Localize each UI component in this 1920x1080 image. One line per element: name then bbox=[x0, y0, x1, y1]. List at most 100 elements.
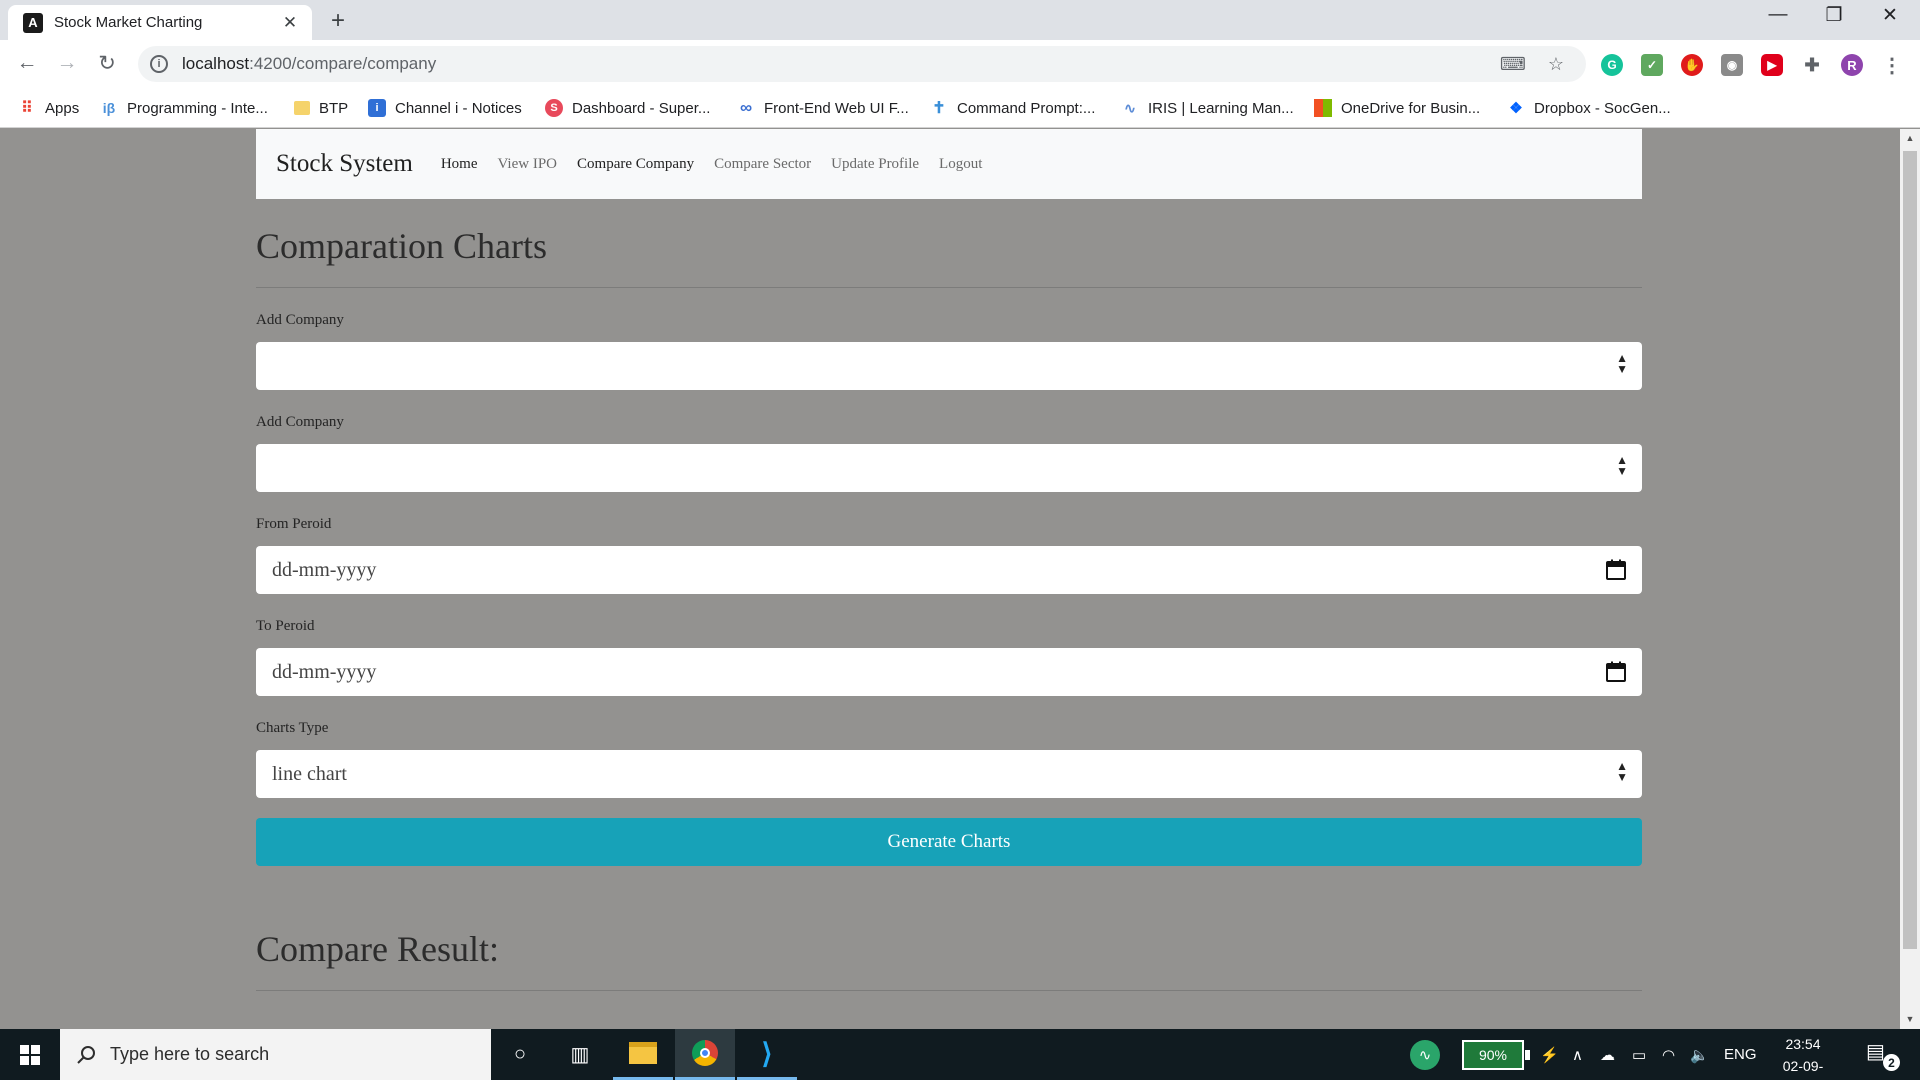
action-center-icon[interactable]: ▤ 2 bbox=[1866, 1039, 1900, 1071]
browser-tab[interactable]: A Stock Market Charting ✕ bbox=[8, 5, 312, 40]
file-explorer-icon[interactable] bbox=[613, 1029, 673, 1080]
bookmark-dashboard[interactable]: S Dashboard - Super... bbox=[545, 88, 710, 128]
bookmark-programming[interactable]: iβ Programming - Inte... bbox=[100, 88, 268, 128]
bookmark-iris[interactable]: ∿ IRIS | Learning Man... bbox=[1121, 88, 1294, 128]
channel-i-icon: i bbox=[368, 99, 386, 117]
bookmark-dropbox[interactable]: ❖ Dropbox - SocGen... bbox=[1507, 88, 1670, 128]
cross-icon: ✝ bbox=[932, 100, 946, 117]
bookmark-command-prompt[interactable]: ✝ Command Prompt:... bbox=[930, 88, 1095, 128]
clock-date: 02-09-2020 bbox=[1782, 1058, 1824, 1074]
battery-tray-icon[interactable]: ▭ bbox=[1632, 1029, 1646, 1080]
apps-grid-icon: ⠿ bbox=[21, 100, 33, 117]
from-period-label: From Peroid bbox=[256, 516, 332, 532]
restore-icon[interactable]: ❐ bbox=[1804, 4, 1864, 27]
reload-icon[interactable]: ↻ bbox=[93, 51, 121, 76]
vscode-icon[interactable]: ⟩ bbox=[737, 1029, 797, 1080]
page-viewport: Stock System Home View IPO Compare Compa… bbox=[0, 129, 1900, 1029]
scroll-up-icon[interactable]: ▲ bbox=[1900, 133, 1920, 143]
camera-icon[interactable]: ◉ bbox=[1721, 54, 1743, 76]
nav-logout[interactable]: Logout bbox=[939, 156, 982, 173]
bookmarks-bar: ⠿ Apps iβ Programming - Inte... BTP i Ch… bbox=[0, 88, 1920, 128]
select-arrows-icon: ▲ ▼ bbox=[1616, 453, 1628, 478]
power-plug-icon[interactable]: ⚡ bbox=[1540, 1029, 1559, 1080]
dashboard-icon: S bbox=[545, 99, 563, 117]
compare-result-title: Compare Result: bbox=[256, 929, 499, 969]
scroll-down-icon[interactable]: ▼ bbox=[1900, 1014, 1920, 1024]
show-hidden-icons-icon[interactable]: ∧ bbox=[1572, 1029, 1583, 1080]
page-scrollbar[interactable]: ▲ ▼ bbox=[1900, 129, 1920, 1029]
infinity-icon: ∞ bbox=[739, 98, 753, 117]
nav-home[interactable]: Home bbox=[441, 156, 478, 173]
select-arrows-icon: ▲ ▼ bbox=[1616, 351, 1628, 376]
nav-compare-sector[interactable]: Compare Sector bbox=[714, 156, 811, 173]
bookmark-star-icon[interactable]: ☆ bbox=[1548, 54, 1564, 75]
clock[interactable]: 23:54 02-09-2020 bbox=[1768, 1033, 1838, 1080]
close-tab-icon[interactable]: ✕ bbox=[280, 13, 300, 33]
youtube-icon[interactable]: ▶ bbox=[1761, 54, 1783, 76]
company2-select[interactable]: ▲ ▼ bbox=[256, 444, 1642, 492]
extension-inbox-icon[interactable]: ✓ bbox=[1641, 54, 1663, 76]
divider bbox=[256, 287, 1642, 288]
bookmark-onedrive[interactable]: OneDrive for Busin... bbox=[1314, 88, 1480, 128]
profile-avatar[interactable]: R bbox=[1841, 54, 1863, 76]
generate-charts-button[interactable]: Generate Charts bbox=[256, 818, 1642, 866]
nav-update-profile[interactable]: Update Profile bbox=[831, 156, 919, 173]
dropbox-icon: ❖ bbox=[1509, 100, 1523, 117]
ib-icon: iβ bbox=[102, 100, 116, 116]
tab-bar: A Stock Market Charting ✕ + — ❐ ✕ bbox=[0, 0, 1920, 40]
browser-toolbar: ← → ↻ i localhost:4200/compare/company ⌨… bbox=[0, 40, 1920, 88]
search-icon bbox=[77, 1045, 95, 1064]
new-tab-button[interactable]: + bbox=[325, 7, 351, 35]
cortana-icon[interactable]: ○ bbox=[490, 1029, 550, 1080]
to-period-placeholder: dd-mm-yyyy bbox=[272, 660, 377, 683]
start-button[interactable] bbox=[0, 1029, 60, 1080]
clock-time: 23:54 bbox=[1785, 1036, 1821, 1052]
taskbar-search[interactable]: Type here to search bbox=[60, 1029, 491, 1080]
calendar-icon[interactable] bbox=[1604, 660, 1628, 684]
windows-logo-icon bbox=[20, 1044, 40, 1065]
minimize-icon[interactable]: — bbox=[1748, 4, 1808, 26]
volume-icon[interactable]: 🔈 bbox=[1690, 1029, 1709, 1080]
scroll-thumb[interactable] bbox=[1903, 151, 1917, 949]
forward-icon[interactable]: → bbox=[53, 51, 81, 75]
bookmark-btp[interactable]: BTP bbox=[294, 88, 348, 128]
bookmark-front-end[interactable]: ∞ Front-End Web UI F... bbox=[737, 88, 909, 128]
select-arrows-icon: ▲ ▼ bbox=[1616, 759, 1628, 784]
nav-view-ipo[interactable]: View IPO bbox=[498, 156, 558, 173]
company1-label: Add Company bbox=[256, 312, 344, 328]
chart-type-select[interactable]: line chart ▲ ▼ bbox=[256, 750, 1642, 798]
extensions-puzzle-icon[interactable]: ✚ bbox=[1801, 54, 1823, 76]
grammarly-icon[interactable]: G bbox=[1601, 54, 1623, 76]
wifi-icon[interactable]: ◠ bbox=[1662, 1029, 1675, 1080]
onedrive-cloud-icon[interactable]: ☁ bbox=[1600, 1029, 1615, 1080]
site-info-icon[interactable]: i bbox=[150, 55, 168, 73]
folder-icon bbox=[294, 101, 310, 115]
task-view-icon[interactable]: ▥ bbox=[550, 1029, 610, 1080]
result-divider bbox=[256, 990, 1642, 991]
windows-taskbar: Type here to search ○ ▥ ⟩ ∿ 90% ⚡ ∧ ☁ ▭ … bbox=[0, 1029, 1920, 1080]
app-navbar: Stock System Home View IPO Compare Compa… bbox=[256, 129, 1642, 199]
activity-monitor-icon[interactable]: ∿ bbox=[1395, 1029, 1455, 1080]
translate-icon[interactable]: ⌨ bbox=[1500, 54, 1526, 75]
adblock-icon[interactable]: ✋ bbox=[1681, 54, 1703, 76]
page-container: Stock System Home View IPO Compare Compa… bbox=[256, 129, 1642, 991]
bookmark-channel-i[interactable]: i Channel i - Notices bbox=[368, 88, 522, 128]
bookmark-apps[interactable]: ⠿ Apps bbox=[18, 88, 79, 128]
to-period-label: To Peroid bbox=[256, 618, 315, 634]
from-period-date-input[interactable]: dd-mm-yyyy bbox=[256, 546, 1642, 594]
close-window-icon[interactable]: ✕ bbox=[1860, 4, 1920, 27]
battery-indicator[interactable]: 90% bbox=[1462, 1040, 1530, 1070]
to-period-date-input[interactable]: dd-mm-yyyy bbox=[256, 648, 1642, 696]
menu-kebab-icon[interactable]: ⋮ bbox=[1881, 54, 1903, 77]
nav-compare-company[interactable]: Compare Company bbox=[577, 156, 694, 173]
language-indicator[interactable]: ENG bbox=[1724, 1029, 1757, 1080]
chrome-icon[interactable] bbox=[675, 1029, 735, 1080]
address-bar[interactable]: i localhost:4200/compare/company ⌨ ☆ bbox=[138, 46, 1586, 82]
calendar-icon[interactable] bbox=[1604, 558, 1628, 582]
iris-icon: ∿ bbox=[1124, 99, 1136, 116]
company1-select[interactable]: ▲ ▼ bbox=[256, 342, 1642, 390]
brand-link[interactable]: Stock System bbox=[276, 150, 413, 178]
chart-type-value: line chart bbox=[272, 762, 347, 785]
angular-favicon-icon: A bbox=[23, 12, 43, 33]
back-icon[interactable]: ← bbox=[13, 51, 41, 75]
